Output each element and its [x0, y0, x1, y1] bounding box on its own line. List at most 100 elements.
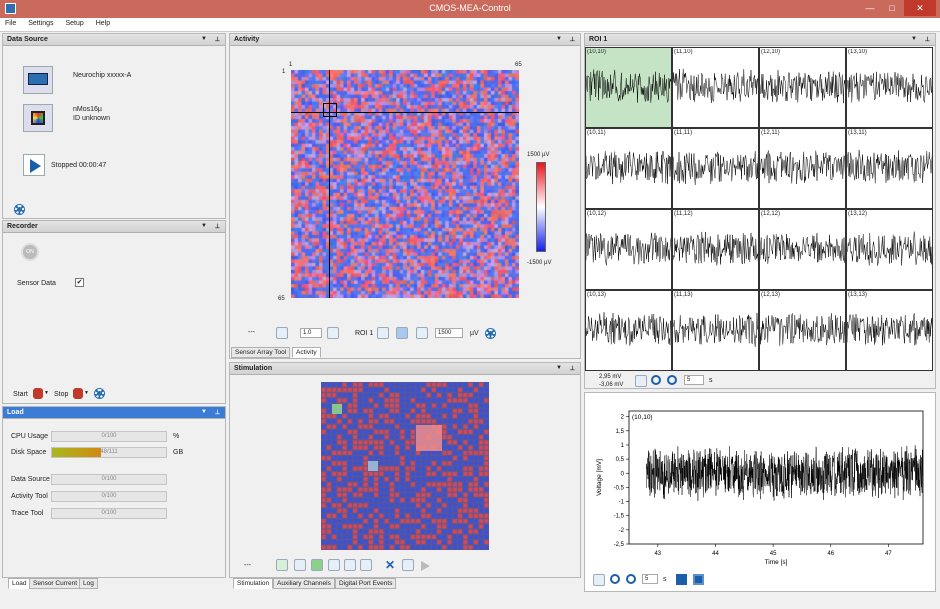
roi-fit-icon[interactable] — [635, 375, 647, 387]
dropdown-icon[interactable]: ▼ — [201, 223, 207, 229]
cpu-usage-bar: 0/100 — [51, 431, 167, 442]
roi-cell[interactable]: (13,13) — [846, 290, 933, 371]
pin-icon[interactable]: ⊥ — [925, 36, 930, 43]
recorder-settings-gear-icon[interactable] — [95, 389, 104, 398]
tab-load[interactable]: Load — [8, 578, 31, 589]
data-source-settings-gear-icon[interactable] — [15, 205, 24, 214]
stim-pattern-icon[interactable] — [402, 559, 414, 571]
menu-help[interactable]: Help — [91, 18, 115, 29]
grid-active-icon[interactable] — [311, 559, 323, 571]
roi-cell[interactable]: (10,10) — [585, 47, 672, 128]
roi-window-spinbox[interactable]: 5 — [684, 375, 704, 385]
roi-cell-label: (11,13) — [674, 292, 693, 298]
chip-icon[interactable] — [23, 104, 53, 132]
trace-save-icon[interactable] — [693, 574, 704, 585]
roi-crosshair-icon[interactable] — [377, 327, 389, 339]
pin-icon[interactable]: ⊥ — [215, 409, 220, 416]
toolbar-more[interactable]: --- — [248, 329, 255, 336]
roi-selection-box[interactable] — [323, 103, 337, 117]
grid-select-icon[interactable] — [276, 559, 288, 571]
play-button[interactable] — [23, 154, 45, 176]
activity-settings-gear-icon[interactable] — [486, 329, 495, 338]
maximize-button[interactable]: □ — [882, 0, 902, 16]
roi-cell[interactable]: (11,12) — [672, 209, 759, 290]
stim-region-blue[interactable] — [368, 461, 378, 471]
roi-cell[interactable]: (13,12) — [846, 209, 933, 290]
y-tick-label: -1,5 — [614, 514, 625, 520]
trace-stop-icon[interactable] — [676, 574, 687, 585]
pin-icon[interactable]: ⊥ — [570, 36, 575, 43]
roi-cell[interactable]: (10,11) — [585, 128, 672, 209]
roi-cell[interactable]: (11,10) — [672, 47, 759, 128]
roi-zoom-in-icon[interactable] — [651, 375, 661, 385]
dropdown-icon[interactable]: ▼ — [911, 36, 917, 42]
trace-zoom-out-icon[interactable] — [626, 574, 636, 584]
recorder-title: Recorder — [7, 223, 38, 230]
dropdown-icon[interactable]: ▼ — [201, 409, 207, 415]
close-button[interactable]: ✕ — [904, 0, 936, 16]
stim-move-icon[interactable] — [360, 559, 372, 571]
voltage-trace-chart[interactable]: 2 1,5 1 0,5 0 -0,5 -1 -1,5 -2 -2,5 43 44 45 46 47 Time … — [585, 393, 935, 591]
gain-icon[interactable] — [276, 327, 288, 339]
stim-scatter-icon[interactable] — [344, 559, 356, 571]
tab-auxiliary-channels[interactable]: Auxiliary Channels — [273, 578, 335, 589]
recorder-panel: Recorder ▼ ⊥ ON Sensor Data ✔ Start ▼ St… — [2, 220, 226, 404]
tab-log[interactable]: Log — [79, 578, 98, 589]
roi-cell[interactable]: (10,12) — [585, 209, 672, 290]
recorder-on-button[interactable]: ON — [21, 243, 39, 261]
roi-cell[interactable]: (13,10) — [846, 47, 933, 128]
tab-digital-port-events[interactable]: Digital Port Events — [335, 578, 397, 589]
tab-stimulation[interactable]: Stimulation — [233, 578, 274, 589]
neurochip-device-icon[interactable] — [23, 66, 53, 94]
roi-zoom-out-icon[interactable] — [667, 375, 677, 385]
stimulation-electrode-grid[interactable] — [321, 382, 489, 550]
pin-icon[interactable]: ⊥ — [570, 365, 575, 372]
threshold-icon[interactable] — [327, 327, 339, 339]
roi-cell[interactable]: (11,13) — [672, 290, 759, 371]
roi-cell[interactable]: (12,12) — [759, 209, 846, 290]
roi-cell[interactable]: (12,13) — [759, 290, 846, 371]
activity-axis-top-start: 1 — [289, 62, 293, 68]
trace-zoom-in-icon[interactable] — [610, 574, 620, 584]
stop-record-button[interactable] — [73, 388, 83, 399]
data-source-title: Data Source — [7, 36, 48, 43]
chip-id: ID unknown — [73, 115, 110, 122]
roi-cell-label: (12,12) — [761, 211, 781, 217]
start-dropdown-icon[interactable]: ▼ — [44, 390, 49, 396]
menu-settings[interactable]: Settings — [23, 18, 58, 29]
roi-cell[interactable]: (11,11) — [672, 128, 759, 209]
roi-cell[interactable]: (12,10) — [759, 47, 846, 128]
roi-cell[interactable]: (13,11) — [846, 128, 933, 209]
trace-window-unit: s — [663, 576, 667, 583]
stop-dropdown-icon[interactable]: ▼ — [84, 390, 89, 396]
tab-sensor-current[interactable]: Sensor Current — [29, 578, 82, 589]
gain-spinbox[interactable]: 1.0 — [300, 328, 322, 338]
grid-blue-icon[interactable] — [294, 559, 306, 571]
menu-setup[interactable]: Setup — [60, 18, 88, 29]
roi-clear-icon[interactable] — [416, 327, 428, 339]
pin-icon[interactable]: ⊥ — [215, 223, 220, 230]
range-spinbox[interactable]: 1500 — [435, 328, 463, 338]
stim-zoom-icon[interactable] — [328, 559, 340, 571]
start-record-button[interactable] — [33, 388, 43, 399]
sensor-data-checkbox[interactable]: ✔ — [75, 278, 84, 287]
dropdown-icon[interactable]: ▼ — [556, 36, 562, 42]
stim-play-icon[interactable] — [421, 561, 430, 571]
roi-cell[interactable]: (10,13) — [585, 290, 672, 371]
roi-cell[interactable]: (12,11) — [759, 128, 846, 209]
menu-file[interactable]: File — [0, 18, 21, 29]
minimize-button[interactable]: — — [860, 0, 880, 16]
stim-delete-icon[interactable]: ✕ — [385, 558, 395, 572]
dropdown-icon[interactable]: ▼ — [201, 36, 207, 42]
stim-region-green[interactable] — [332, 404, 342, 414]
trace-window-spinbox[interactable]: 5 — [642, 574, 658, 584]
pin-icon[interactable]: ⊥ — [215, 36, 220, 43]
tab-sensor-array-tool[interactable]: Sensor Array Tool — [231, 347, 291, 358]
activity-axis-left-start: 1 — [282, 69, 286, 75]
tab-activity[interactable]: Activity — [292, 347, 321, 358]
roi-zoom-icon[interactable] — [396, 327, 408, 339]
dropdown-icon[interactable]: ▼ — [556, 365, 562, 371]
trace-fit-icon[interactable] — [593, 574, 605, 586]
stim-toolbar-more[interactable]: --- — [244, 562, 251, 569]
stim-region-red[interactable] — [416, 425, 442, 451]
